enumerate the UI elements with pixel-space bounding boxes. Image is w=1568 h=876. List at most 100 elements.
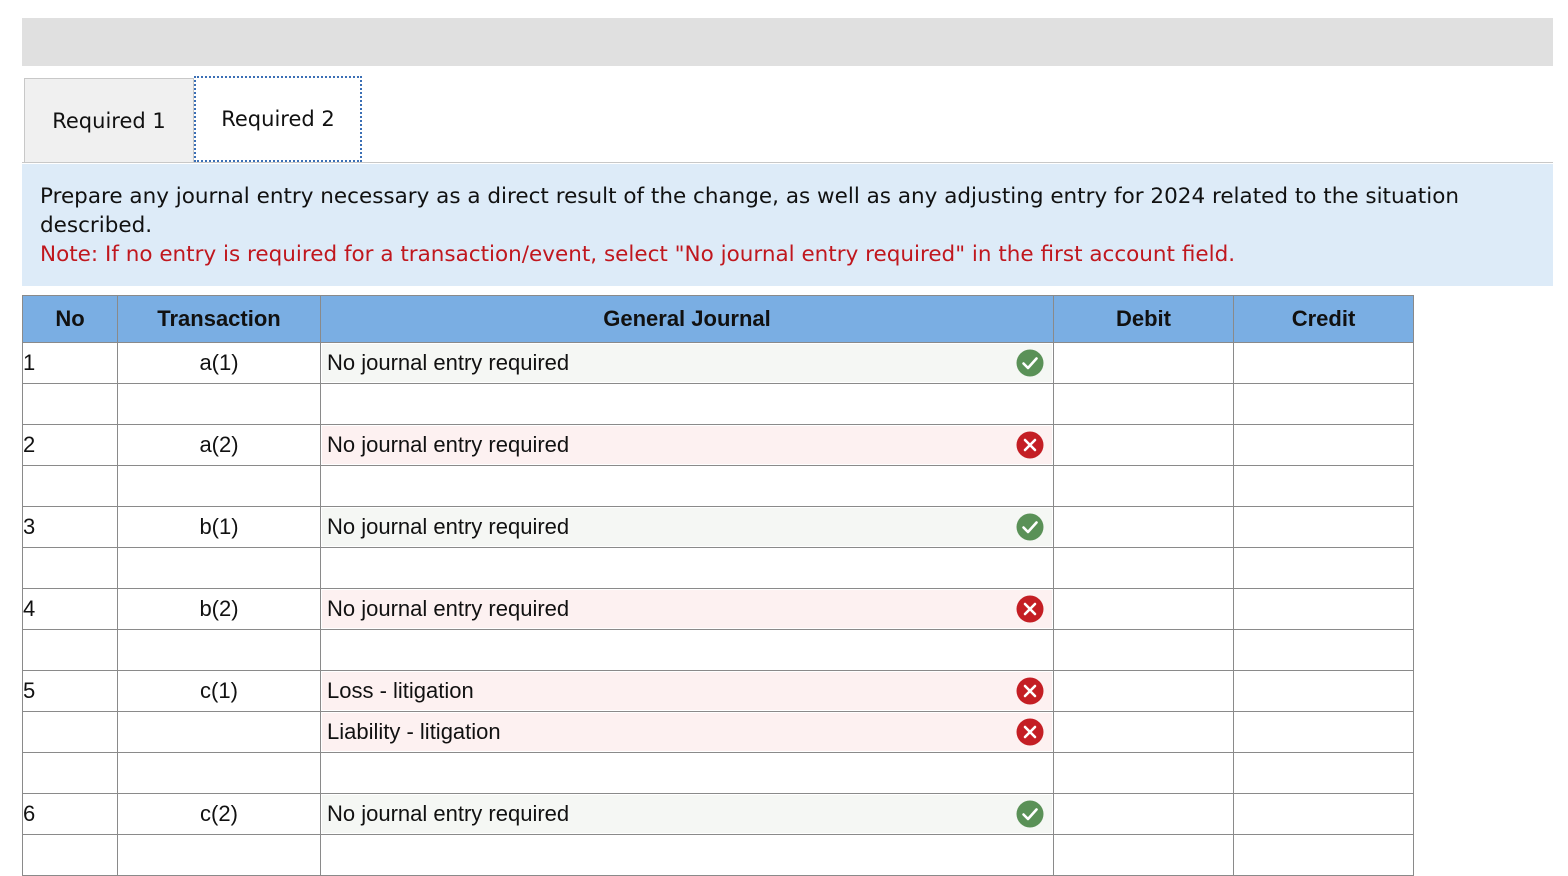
transaction-cell <box>117 465 321 507</box>
credit-cell[interactable] <box>1233 793 1414 835</box>
tab-divider <box>22 162 1553 163</box>
table-row: Liability - litigation <box>22 711 1414 753</box>
debit-cell[interactable] <box>1053 547 1234 589</box>
debit-cell[interactable] <box>1053 465 1234 507</box>
table-row <box>22 547 1414 589</box>
account-name: No journal entry required <box>327 801 570 826</box>
debit-cell[interactable] <box>1053 834 1234 876</box>
table-header-row: No Transaction General Journal Debit Cre… <box>22 295 1414 343</box>
table-row <box>22 752 1414 794</box>
credit-cell[interactable] <box>1233 670 1414 712</box>
row-number <box>22 752 118 794</box>
x-circle-icon <box>1016 718 1044 746</box>
header-debit: Debit <box>1053 295 1234 343</box>
row-number <box>22 547 118 589</box>
debit-cell[interactable] <box>1053 711 1234 753</box>
credit-cell[interactable] <box>1233 834 1414 876</box>
account-cell[interactable]: No journal entry required <box>320 424 1054 466</box>
debit-cell[interactable] <box>1053 424 1234 466</box>
transaction-cell <box>117 834 321 876</box>
header-general-journal: General Journal <box>320 295 1054 343</box>
transaction-cell <box>117 547 321 589</box>
account-select[interactable]: Loss - litigation <box>322 672 1052 710</box>
account-cell[interactable] <box>320 547 1054 589</box>
check-circle-icon <box>1016 513 1044 541</box>
account-name: No journal entry required <box>327 432 570 457</box>
account-select[interactable]: Liability - litigation <box>322 713 1052 751</box>
transaction-cell <box>117 383 321 425</box>
credit-cell[interactable] <box>1233 506 1414 548</box>
credit-cell[interactable] <box>1233 752 1414 794</box>
credit-cell[interactable] <box>1233 383 1414 425</box>
instructions-text: Prepare any journal entry necessary as a… <box>40 184 1459 238</box>
header-credit: Credit <box>1233 295 1414 343</box>
row-number: 4 <box>22 588 118 630</box>
account-select[interactable]: No journal entry required <box>322 508 1052 546</box>
credit-cell[interactable] <box>1233 424 1414 466</box>
table-row <box>22 629 1414 671</box>
account-cell[interactable]: No journal entry required <box>320 793 1054 835</box>
table-row <box>22 383 1414 425</box>
table-row <box>22 834 1414 876</box>
journal-body: 1 a(1) No journal entry required 2 a(2) No jo… <box>22 342 1414 876</box>
table-row: 1 a(1) No journal entry required <box>22 342 1414 384</box>
row-number <box>22 834 118 876</box>
account-cell[interactable]: No journal entry required <box>320 342 1054 384</box>
transaction-cell: b(2) <box>117 588 321 630</box>
transaction-cell: a(2) <box>117 424 321 466</box>
table-row: 4 b(2) No journal entry required <box>22 588 1414 630</box>
account-select[interactable]: No journal entry required <box>322 344 1052 382</box>
check-circle-icon <box>1016 349 1044 377</box>
account-cell[interactable]: Loss - litigation <box>320 670 1054 712</box>
credit-cell[interactable] <box>1233 465 1414 507</box>
debit-cell[interactable] <box>1053 629 1234 671</box>
table-row <box>22 465 1414 507</box>
credit-cell[interactable] <box>1233 711 1414 753</box>
row-number: 3 <box>22 506 118 548</box>
row-number <box>22 383 118 425</box>
account-cell[interactable] <box>320 383 1054 425</box>
credit-cell[interactable] <box>1233 342 1414 384</box>
account-cell[interactable]: No journal entry required <box>320 506 1054 548</box>
account-cell[interactable]: No journal entry required <box>320 588 1054 630</box>
x-circle-icon <box>1016 677 1044 705</box>
debit-cell[interactable] <box>1053 383 1234 425</box>
tab-required-2[interactable]: Required 2 <box>194 76 362 162</box>
instructions-note: Note: If no entry is required for a tran… <box>40 242 1236 267</box>
transaction-cell: c(2) <box>117 793 321 835</box>
row-number <box>22 711 118 753</box>
debit-cell[interactable] <box>1053 506 1234 548</box>
account-select[interactable]: No journal entry required <box>322 426 1052 464</box>
account-select[interactable]: No journal entry required <box>322 795 1052 833</box>
credit-cell[interactable] <box>1233 588 1414 630</box>
account-select[interactable]: No journal entry required <box>322 590 1052 628</box>
row-number <box>22 629 118 671</box>
account-cell[interactable] <box>320 629 1054 671</box>
account-cell[interactable]: Liability - litigation <box>320 711 1054 753</box>
row-number: 1 <box>22 342 118 384</box>
transaction-cell <box>117 711 321 753</box>
account-cell[interactable] <box>320 465 1054 507</box>
debit-cell[interactable] <box>1053 752 1234 794</box>
tab-required-1[interactable]: Required 1 <box>24 78 194 162</box>
table-row: 5 c(1) Loss - litigation <box>22 670 1414 712</box>
x-circle-icon <box>1016 595 1044 623</box>
transaction-cell: b(1) <box>117 506 321 548</box>
header-transaction: Transaction <box>117 295 321 343</box>
debit-cell[interactable] <box>1053 588 1234 630</box>
debit-cell[interactable] <box>1053 670 1234 712</box>
account-cell[interactable] <box>320 752 1054 794</box>
account-name: No journal entry required <box>327 596 570 621</box>
account-cell[interactable] <box>320 834 1054 876</box>
debit-cell[interactable] <box>1053 793 1234 835</box>
transaction-cell: c(1) <box>117 670 321 712</box>
credit-cell[interactable] <box>1233 629 1414 671</box>
row-number: 2 <box>22 424 118 466</box>
row-number: 6 <box>22 793 118 835</box>
debit-cell[interactable] <box>1053 342 1234 384</box>
row-number: 5 <box>22 670 118 712</box>
table-row: 2 a(2) No journal entry required <box>22 424 1414 466</box>
table-row: 3 b(1) No journal entry required <box>22 506 1414 548</box>
x-circle-icon <box>1016 431 1044 459</box>
credit-cell[interactable] <box>1233 547 1414 589</box>
